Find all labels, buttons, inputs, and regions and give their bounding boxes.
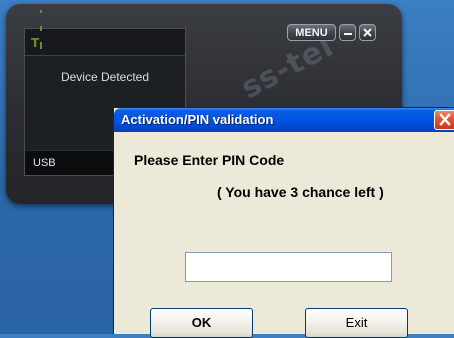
menu-button[interactable]: MENU [287,24,336,41]
remaining-chances-label: ( You have 3 chance left ) [217,184,384,200]
activation-dialog: Activation/PIN validation Please Enter P… [113,107,454,338]
device-status-text: Device Detected [60,70,150,84]
signal-icon: T [31,10,45,49]
pin-prompt-label: Please Enter PIN Code [134,152,285,168]
dialog-titlebar[interactable]: Activation/PIN validation [114,108,454,132]
close-icon [439,113,451,126]
connection-label: USB [33,157,56,169]
dialog-close-button[interactable] [434,110,454,130]
minimize-button[interactable] [339,24,356,41]
minimize-icon [344,33,352,35]
pin-input[interactable] [185,252,392,282]
screen-status-bar: T [25,10,185,56]
dialog-title: Activation/PIN validation [121,112,274,127]
close-icon [363,28,372,37]
dialog-body: Please Enter PIN Code ( You have 3 chanc… [114,132,454,338]
widget-close-button[interactable] [359,24,376,41]
